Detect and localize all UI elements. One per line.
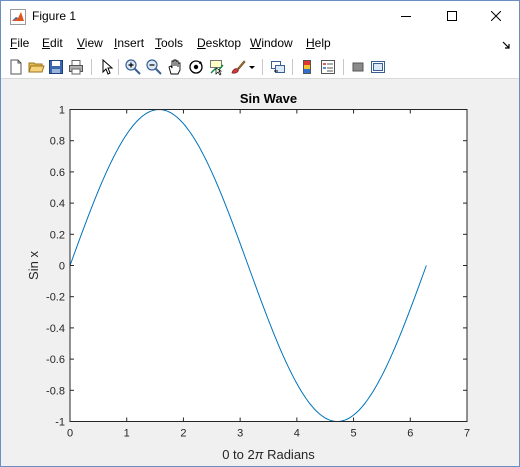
menu-window[interactable]: Window (250, 36, 293, 50)
menu-bar: File Edit View Insert Tools Desktop Wind… (1, 31, 519, 55)
menu-view[interactable]: View (77, 36, 103, 50)
save-icon[interactable] (47, 58, 65, 76)
zoom-in-icon[interactable] (124, 58, 142, 76)
window-title: Figure 1 (32, 9, 77, 23)
open-file-icon[interactable] (27, 58, 45, 76)
y-tick-label: -0.4 (46, 323, 65, 335)
maximize-icon (447, 11, 457, 21)
insert-legend-icon[interactable] (319, 58, 337, 76)
figure-window: Figure 1 File Edit View Insert Tools Des… (0, 0, 520, 467)
dock-arrow-icon[interactable] (501, 39, 511, 49)
toolbar-separator (262, 59, 263, 75)
y-tick-label: -0.6 (46, 354, 65, 366)
y-tick-label: 0.8 (50, 136, 65, 148)
figure-toolbar (1, 55, 519, 79)
menu-file[interactable]: File (10, 36, 29, 50)
zoom-out-icon[interactable] (145, 58, 163, 76)
figure-canvas[interactable]: 0 1 2 3 4 5 6 7 -1 -0.8 -0.6 -0.4 -0.2 0 0.2 0.4 0.6 0.8 1… (1, 80, 519, 466)
x-axis-label: 0 to 2π Radians (222, 447, 315, 462)
toolbar-separator (118, 59, 119, 75)
brush-dropdown-icon[interactable] (248, 58, 256, 76)
close-button[interactable] (473, 1, 519, 31)
edit-plot-icon[interactable] (98, 58, 116, 76)
toolbar-separator (91, 59, 92, 75)
menu-tools[interactable]: Tools (155, 36, 183, 50)
y-tick-label: 0.2 (50, 229, 65, 241)
maximize-button[interactable] (429, 1, 475, 31)
x-tick-label: 7 (464, 428, 470, 440)
close-icon (491, 11, 501, 21)
new-figure-icon[interactable] (7, 58, 25, 76)
y-tick-label: 0.4 (50, 198, 65, 210)
sin-wave-plot[interactable]: 0 1 2 3 4 5 6 7 -1 -0.8 -0.6 -0.4 -0.2 0 0.2 0.4 0.6 0.8 1… (1, 80, 519, 466)
menu-insert[interactable]: Insert (114, 36, 144, 50)
y-axis-label: Sin x (26, 251, 41, 280)
brush-icon[interactable] (229, 58, 247, 76)
minimize-icon (401, 11, 411, 21)
link-plot-icon[interactable] (269, 58, 287, 76)
show-plot-tools-icon[interactable] (369, 58, 387, 76)
chart-title: Sin Wave (240, 91, 297, 106)
y-tick-label: -0.8 (46, 385, 65, 397)
x-tick-label: 0 (67, 428, 73, 440)
x-tick-label: 1 (124, 428, 130, 440)
axes-background (70, 109, 467, 422)
data-cursor-icon[interactable] (208, 58, 226, 76)
x-tick-label: 6 (407, 428, 413, 440)
y-tick-label: 0 (59, 261, 65, 273)
pan-icon[interactable] (166, 58, 184, 76)
menu-desktop[interactable]: Desktop (197, 36, 241, 50)
y-tick-label: -0.2 (46, 292, 65, 304)
y-tick-label: 0.6 (50, 167, 65, 179)
insert-colorbar-icon[interactable] (298, 58, 316, 76)
toolbar-separator (343, 59, 344, 75)
title-bar[interactable]: Figure 1 (1, 1, 519, 31)
y-tick-label: 1 (59, 105, 65, 117)
x-tick-label: 5 (351, 428, 357, 440)
y-tick-label: -1 (55, 417, 65, 429)
x-tick-label: 3 (237, 428, 243, 440)
hide-plot-tools-icon[interactable] (349, 58, 367, 76)
x-tick-label: 2 (180, 428, 186, 440)
minimize-button[interactable] (383, 1, 429, 31)
menu-help[interactable]: Help (306, 36, 331, 50)
matlab-icon (10, 9, 26, 25)
print-icon[interactable] (67, 58, 85, 76)
menu-edit[interactable]: Edit (42, 36, 63, 50)
toolbar-separator (292, 59, 293, 75)
x-tick-label: 4 (294, 428, 300, 440)
rotate-3d-icon[interactable] (187, 58, 205, 76)
